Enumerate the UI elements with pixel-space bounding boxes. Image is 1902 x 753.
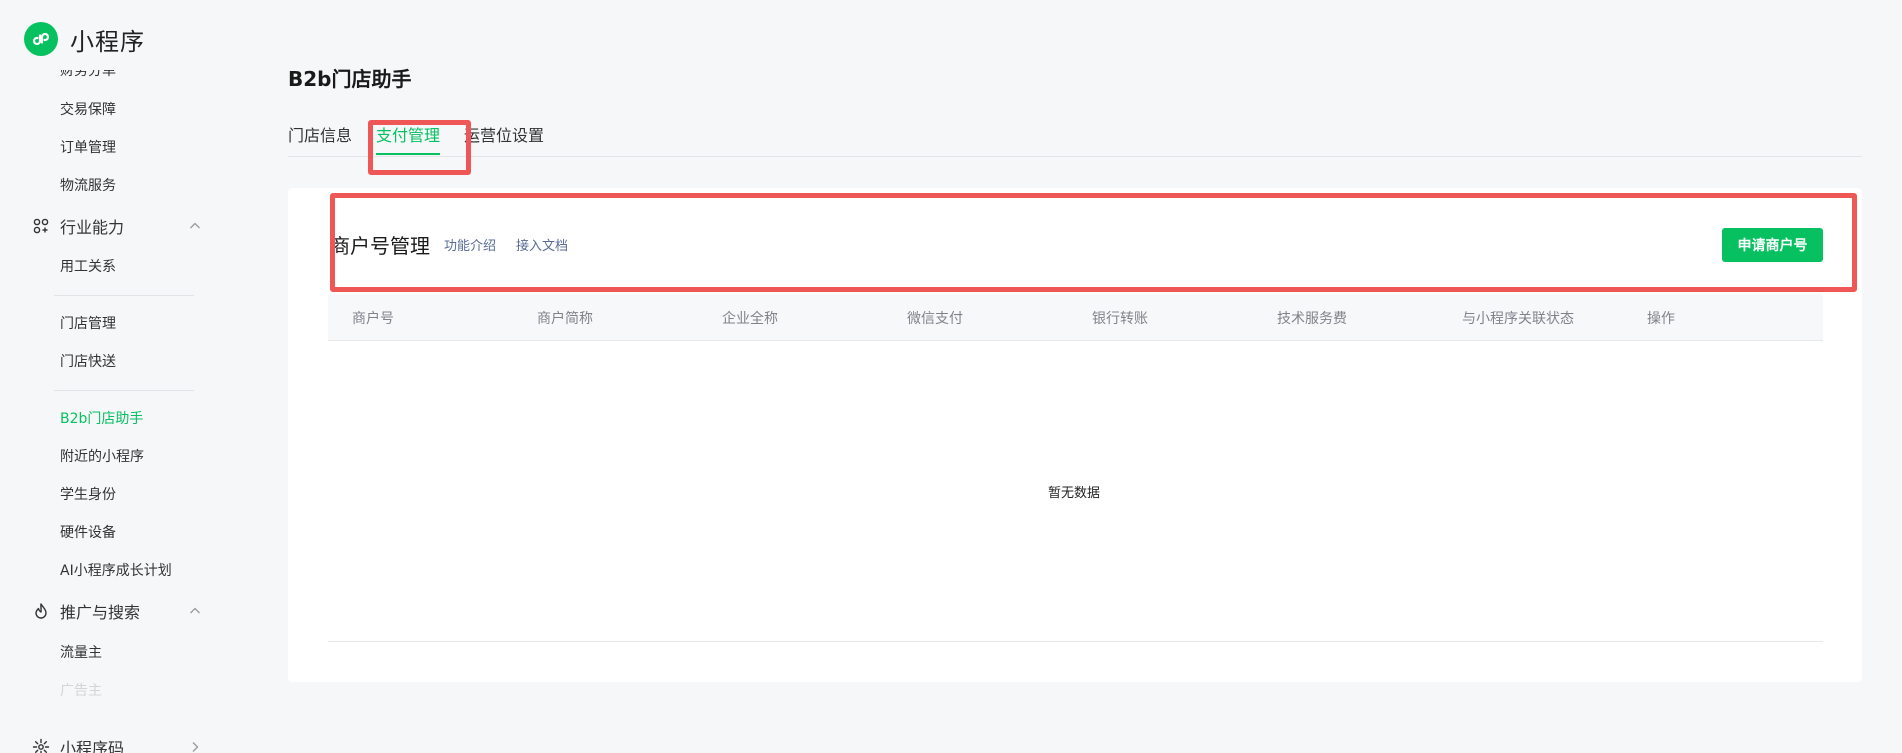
sidebar-group-promotion[interactable]: 推广与搜索 — [32, 599, 202, 623]
sidebar-item-trade-guarantee[interactable]: 交易保障 — [60, 101, 116, 119]
column-header: 银行转账 — [1092, 311, 1148, 327]
sidebar-item-hardware[interactable]: 硬件设备 — [60, 524, 116, 542]
page-title: B2b门店助手 — [288, 67, 412, 91]
tab-payment-management[interactable]: 支付管理 — [376, 126, 441, 155]
column-header: 商户号 — [352, 311, 394, 327]
sidebar-group-industry[interactable]: 行业能力 — [32, 214, 202, 238]
sidebar-item-order-management[interactable]: 订单管理 — [60, 139, 116, 157]
sidebar-item-nearby-miniprogram[interactable]: 附近的小程序 — [60, 448, 144, 466]
merchant-section-title: 商户号管理 — [330, 234, 430, 258]
tab-bar: 门店信息 支付管理 运营位设置 — [288, 126, 1862, 157]
column-header: 与小程序关联状态 — [1462, 311, 1574, 327]
sidebar-divider — [54, 390, 194, 391]
sidebar-item-logistics[interactable]: 物流服务 — [60, 177, 116, 195]
column-header: 商户简称 — [537, 311, 593, 327]
chevron-right-icon[interactable] — [188, 740, 202, 753]
miniprogram-code-icon — [32, 738, 50, 753]
active-tab-indicator — [376, 153, 441, 155]
sidebar-group-label: 小程序码 — [60, 739, 125, 753]
sidebar-group-label: 行业能力 — [60, 218, 125, 237]
sidebar-item-b2b-store-assistant[interactable]: B2b门店助手 — [60, 410, 143, 428]
sidebar-item-employment[interactable]: 用工关系 — [60, 258, 116, 276]
sidebar-item-store-delivery[interactable]: 门店快送 — [60, 353, 116, 371]
table-bottom-border — [328, 641, 1823, 642]
apply-merchant-button[interactable]: 申请商户号 — [1722, 228, 1823, 262]
integration-docs-link[interactable]: 接入文档 — [516, 235, 568, 254]
tab-operation-slot-settings[interactable]: 运营位设置 — [464, 126, 544, 146]
sidebar-item-advertiser[interactable]: 广告主 — [60, 682, 102, 700]
chevron-up-icon[interactable] — [188, 604, 202, 618]
feature-intro-link[interactable]: 功能介绍 — [444, 235, 496, 254]
empty-state-text: 暂无数据 — [1048, 486, 1101, 501]
miniprogram-logo-icon — [24, 22, 58, 56]
column-header: 操作 — [1647, 311, 1675, 327]
column-header: 微信支付 — [907, 311, 963, 327]
tab-store-info[interactable]: 门店信息 — [288, 126, 352, 146]
sidebar-item-traffic-host[interactable]: 流量主 — [60, 644, 102, 662]
chevron-up-icon[interactable] — [188, 219, 202, 233]
sidebar-group-label: 推广与搜索 — [60, 603, 141, 622]
brand[interactable]: 小程序 — [24, 21, 145, 57]
industry-capability-icon — [32, 217, 50, 235]
column-header: 企业全称 — [722, 311, 778, 327]
promotion-flame-icon — [32, 602, 50, 620]
merchant-card — [288, 188, 1862, 682]
column-header: 技术服务费 — [1277, 311, 1347, 327]
sidebar-item-finance-split[interactable]: 财务分单 — [60, 70, 116, 80]
table-header: 商户号 商户简称 企业全称 微信支付 银行转账 技术服务费 与小程序关联状态 操… — [328, 294, 1823, 341]
tab-label: 支付管理 — [376, 126, 441, 145]
brand-name: 小程序 — [70, 27, 145, 56]
sidebar-divider — [54, 295, 194, 296]
sidebar-item-store-management[interactable]: 门店管理 — [60, 315, 116, 333]
sidebar-group-miniprogram-code[interactable]: 小程序码 — [32, 735, 202, 753]
sidebar-item-student-identity[interactable]: 学生身份 — [60, 486, 116, 504]
sidebar: 小程序 财务分单 交易保障 订单管理 物流服务 行业能力 用工关系 门店管理 门… — [0, 0, 240, 753]
sidebar-item-ai-growth-plan[interactable]: AI小程序成长计划 — [60, 562, 172, 580]
